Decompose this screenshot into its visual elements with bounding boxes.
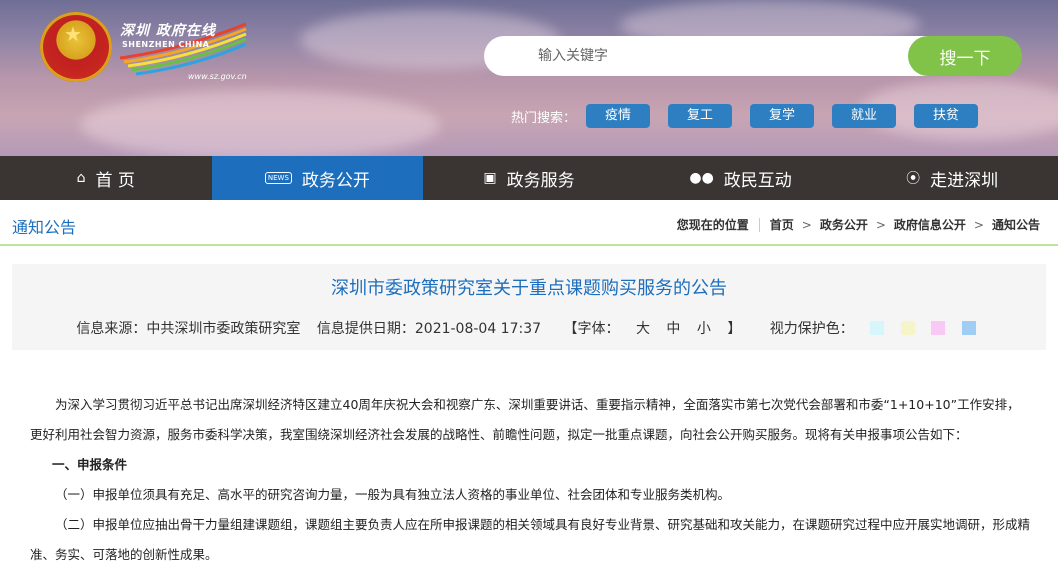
eye-protection-label: 视力保护色：: [769, 321, 854, 337]
hot-tag-epidemic[interactable]: 疫情: [586, 104, 651, 128]
search-box: 搜一下: [484, 36, 1022, 76]
article-header: 深圳市委政策研究室关于重点课题购买服务的公告 信息来源：中共深圳市委政策研究室 …: [12, 264, 1046, 350]
nav-item-home[interactable]: ⌂ 首 页: [0, 156, 212, 200]
breadcrumb-divider: [758, 217, 760, 232]
header-banner: ★ 深圳 政府在线 SHENZHEN CHINA www.sz.gov.cn 搜…: [0, 0, 1058, 156]
breadcrumb-bar: 通知公告 您现在的位置 首页 > 政务公开 > 政府信息公开 > 通知公告: [0, 200, 1058, 246]
article-paragraph: （二）申报单位应抽出骨干力量组建课题组，课题组主要负责人应在所申报课题的相关领域…: [30, 517, 1031, 562]
article-paragraph: （一）申报单位须具有充足、高水平的研究咨询力量，一般为具有独立法人资格的事业单位…: [55, 487, 731, 502]
nav-item-about-shenzhen[interactable]: ⦿ 走进深圳: [846, 156, 1058, 200]
breadcrumb-link-notices[interactable]: 通知公告: [992, 216, 1040, 233]
section-title: 通知公告: [12, 218, 77, 237]
article-title: 深圳市委政策研究室关于重点课题购买服务的公告: [331, 278, 727, 299]
eye-color-pink-swatch[interactable]: [931, 321, 946, 335]
national-emblem-icon[interactable]: ★: [40, 12, 112, 82]
logo-english-text: SHENZHEN CHINA: [122, 40, 210, 49]
breadcrumb-link-home[interactable]: 首页: [770, 216, 794, 233]
nav-item-interaction[interactable]: ●● 政民互动: [635, 156, 847, 200]
font-size-medium-button[interactable]: 中: [666, 321, 680, 337]
breadcrumb: 您现在的位置 首页 > 政务公开 > 政府信息公开 > 通知公告: [677, 216, 1040, 233]
news-icon: NEWS: [264, 172, 292, 184]
eye-color-blue-swatch[interactable]: [961, 321, 976, 335]
article-paragraph: 为深入学习贯彻习近平总书记出席深圳经济特区建立40周年庆祝大会和视察广东、深圳重…: [30, 397, 1020, 442]
info-icon: ⦿: [906, 171, 921, 187]
site-logo[interactable]: 深圳 政府在线 SHENZHEN CHINA www.sz.gov.cn: [120, 20, 250, 81]
main-nav: ⌂ 首 页 NEWS 政务公开 ▣ 政务服务 ●● 政民互动 ⦿ 走进深圳: [0, 156, 1058, 200]
breadcrumb-separator: >: [973, 217, 984, 232]
cloud-decoration: [80, 90, 440, 156]
font-size-close: 】: [727, 321, 742, 337]
nav-item-label: 首 页: [95, 170, 135, 191]
home-icon: ⌂: [76, 170, 86, 186]
article-source: 信息来源：中共深圳市委政策研究室: [76, 321, 301, 337]
hot-tag-poverty[interactable]: 扶贫: [914, 104, 979, 128]
search-button[interactable]: 搜一下: [908, 36, 1022, 76]
article-body: 为深入学习贯彻习近平总书记出席深圳经济特区建立40周年庆祝大会和视察广东、深圳重…: [30, 390, 1030, 570]
article-meta: 信息来源：中共深圳市委政策研究室 信息提供日期：2021-08-04 17:37…: [12, 318, 1046, 338]
breadcrumb-separator: >: [801, 217, 812, 232]
font-size-large-button[interactable]: 大: [636, 321, 650, 337]
hot-search-label: 热门搜索：: [511, 110, 577, 126]
logo-chinese-text: 深圳 政府在线: [120, 23, 216, 39]
breadcrumb-prefix: 您现在的位置: [676, 218, 749, 232]
eye-color-cyan-swatch[interactable]: [870, 321, 885, 335]
hot-tag-employment[interactable]: 就业: [832, 104, 897, 128]
font-size-label: 【字体：: [563, 321, 620, 337]
nav-item-label: 政务公开: [301, 170, 370, 191]
nav-item-label: 走进深圳: [930, 170, 999, 191]
breadcrumb-link-gov-affairs[interactable]: 政务公开: [820, 216, 868, 233]
breadcrumb-separator: >: [875, 217, 886, 232]
nav-item-services[interactable]: ▣ 政务服务: [423, 156, 635, 200]
search-input[interactable]: [484, 36, 964, 76]
font-size-control: 【字体： 大 中 小 】: [558, 321, 752, 337]
nav-item-label: 政务服务: [506, 170, 575, 191]
logo-url-text: www.sz.gov.cn: [188, 72, 247, 81]
eye-color-yellow-swatch[interactable]: [900, 321, 915, 335]
article-date: 信息提供日期：2021-08-04 17:37: [316, 321, 542, 337]
hot-tag-resume-work[interactable]: 复工: [668, 104, 733, 128]
nav-item-government-affairs[interactable]: NEWS 政务公开: [211, 156, 424, 200]
monitor-icon: ▣: [483, 170, 497, 186]
font-size-small-button[interactable]: 小: [697, 321, 711, 337]
nav-item-label: 政民互动: [723, 170, 792, 191]
hot-tag-resume-school[interactable]: 复学: [750, 104, 815, 128]
eye-protection-control: 视力保护色：: [764, 321, 982, 337]
hot-search-bar: 热门搜索： 疫情 复工 复学 就业 扶贫: [511, 104, 996, 128]
breadcrumb-link-gov-info[interactable]: 政府信息公开: [894, 216, 966, 233]
article-section-heading: 一、申报条件: [52, 457, 128, 472]
people-icon: ●●: [689, 170, 714, 186]
